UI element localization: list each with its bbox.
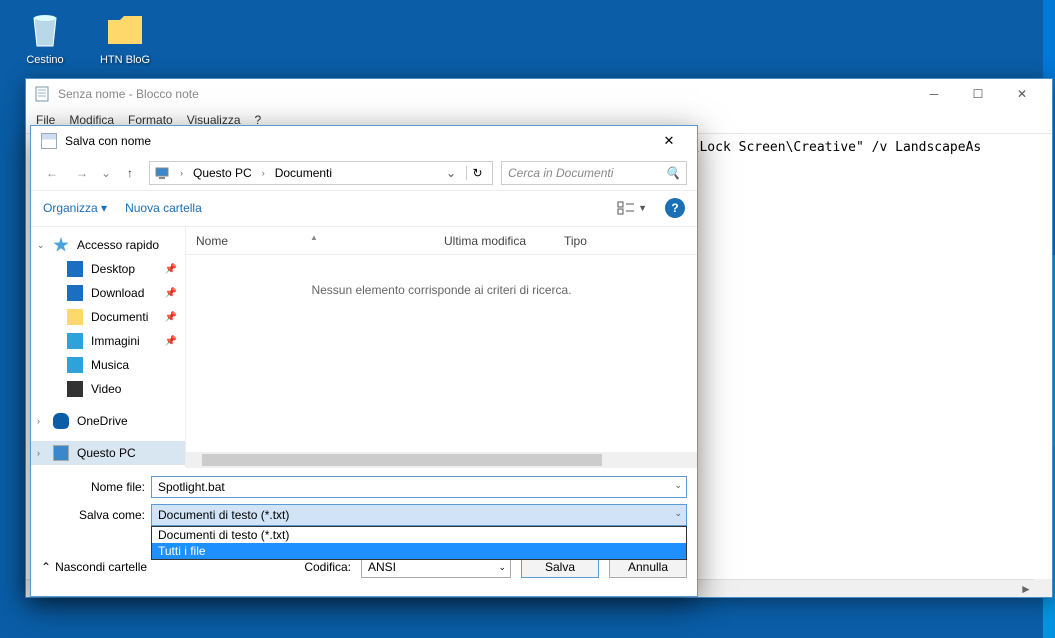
scroll-corner — [1034, 579, 1052, 597]
images-icon — [67, 333, 83, 349]
sidebar-item-musica[interactable]: Musica — [31, 353, 185, 377]
filelist-scrollbar[interactable] — [186, 452, 697, 468]
scroll-right-arrow[interactable]: ► — [1018, 580, 1034, 598]
sidebar-item-desktop[interactable]: Desktop📌 — [31, 257, 185, 281]
onedrive-icon — [53, 413, 69, 429]
chevron-right-icon[interactable]: › — [180, 168, 183, 178]
filename-label: Nome file: — [41, 480, 151, 494]
view-icon — [617, 201, 635, 215]
help-button[interactable]: ? — [665, 198, 685, 218]
pc-icon — [154, 165, 170, 181]
chevron-up-icon: ⌃ — [41, 560, 51, 574]
sidebar-item-documenti[interactable]: Documenti📌 — [31, 305, 185, 329]
desktop-icon-label: Cestino — [10, 54, 80, 66]
expand-icon[interactable]: › — [37, 448, 40, 458]
sidebar-item-download[interactable]: Download📌 — [31, 281, 185, 305]
sidebar-item-questo-pc[interactable]: ›Questo PC — [31, 441, 185, 465]
folder-icon — [67, 309, 83, 325]
music-icon — [67, 357, 83, 373]
save-dialog: Salva con nome ✕ ← → ⌄ ↑ › Questo PC › D… — [30, 125, 698, 597]
saveas-select[interactable]: Documenti di testo (*.txt)⌄ — [151, 504, 687, 526]
saveas-option-txt[interactable]: Documenti di testo (*.txt) — [152, 527, 686, 543]
search-input[interactable]: Cerca in Documenti 🔍 — [501, 161, 687, 185]
pin-icon: 📌 — [165, 336, 177, 347]
desktop-icon-label: HTN BloG — [90, 54, 160, 66]
chevron-down-icon[interactable]: ⌄ — [674, 480, 682, 491]
notepad-title: Senza nome - Blocco note — [58, 87, 912, 101]
dialog-sidebar: ⌄Accesso rapido Desktop📌 Download📌 Docum… — [31, 227, 185, 468]
chevron-down-icon[interactable]: ⌄ — [498, 562, 506, 573]
hide-folders-button[interactable]: ⌃Nascondi cartelle — [41, 560, 147, 574]
pin-icon: 📌 — [165, 288, 177, 299]
dialog-title: Salva con nome — [65, 134, 647, 148]
search-icon: 🔍 — [665, 166, 680, 180]
chevron-right-icon[interactable]: › — [262, 168, 265, 178]
dialog-navrow: ← → ⌄ ↑ › Questo PC › Documenti ⌄ ↻ Cerc… — [31, 156, 697, 190]
column-modified[interactable]: Ultima modifica — [434, 234, 554, 248]
file-list: Nome▲ Ultima modifica Tipo Nessun elemen… — [185, 227, 697, 468]
dialog-titlebar[interactable]: Salva con nome ✕ — [31, 126, 697, 156]
dialog-toolbar: Organizza ▾ Nuova cartella ▼ ? — [31, 190, 697, 224]
sidebar-item-immagini[interactable]: Immagini📌 — [31, 329, 185, 353]
scroll-thumb[interactable] — [202, 454, 602, 466]
dialog-close-button[interactable]: ✕ — [647, 127, 691, 155]
empty-message: Nessun elemento corrisponde ai criteri d… — [186, 255, 697, 325]
minimize-button[interactable]: ─ — [912, 80, 956, 108]
view-mode-button[interactable]: ▼ — [617, 201, 647, 215]
nav-back-button[interactable]: ← — [41, 162, 63, 184]
maximize-button[interactable]: ☐ — [956, 80, 1000, 108]
notepad-icon — [34, 86, 50, 102]
breadcrumb-root[interactable]: Questo PC — [193, 166, 252, 180]
desktop-icon-recycle-bin[interactable]: Cestino — [10, 8, 80, 66]
filename-input[interactable]: Spotlight.bat⌄ — [151, 476, 687, 498]
column-type[interactable]: Tipo — [554, 234, 634, 248]
refresh-button[interactable]: ↻ — [466, 166, 488, 180]
encoding-label: Codifica: — [304, 560, 351, 574]
folder-icon — [104, 8, 146, 50]
sidebar-item-video[interactable]: Video — [31, 377, 185, 401]
saveas-dropdown-list: Documenti di testo (*.txt) Tutti i file — [151, 526, 687, 560]
saveas-label: Salva come: — [41, 508, 151, 522]
nav-history-dropdown[interactable]: ⌄ — [101, 166, 111, 180]
nav-up-button[interactable]: ↑ — [119, 162, 141, 184]
pin-icon: 📌 — [165, 312, 177, 323]
new-folder-button[interactable]: Nuova cartella — [125, 201, 202, 215]
sort-asc-icon: ▲ — [310, 233, 318, 242]
star-icon — [53, 237, 69, 253]
desktop-icon — [67, 261, 83, 277]
expand-icon[interactable]: ⌄ — [37, 240, 45, 251]
nav-forward-button[interactable]: → — [71, 162, 93, 184]
address-dropdown[interactable]: ⌄ — [442, 166, 460, 180]
search-placeholder: Cerca in Documenti — [508, 166, 613, 180]
expand-icon[interactable]: › — [37, 416, 40, 426]
dialog-icon — [41, 133, 57, 149]
pin-icon: 📌 — [165, 264, 177, 275]
chevron-down-icon[interactable]: ⌄ — [674, 508, 682, 519]
column-name[interactable]: Nome▲ — [186, 234, 434, 248]
pc-icon — [53, 445, 69, 461]
breadcrumb-current[interactable]: Documenti — [275, 166, 332, 180]
sidebar-item-quick-access[interactable]: ⌄Accesso rapido — [31, 233, 185, 257]
saveas-option-all[interactable]: Tutti i file — [152, 543, 686, 559]
column-headers: Nome▲ Ultima modifica Tipo — [186, 227, 697, 255]
address-bar[interactable]: › Questo PC › Documenti ⌄ ↻ — [149, 161, 493, 185]
notepad-titlebar[interactable]: Senza nome - Blocco note ─ ☐ ✕ — [26, 79, 1052, 109]
video-icon — [67, 381, 83, 397]
recycle-bin-icon — [24, 8, 66, 50]
close-button[interactable]: ✕ — [1000, 80, 1044, 108]
desktop-icon-htn-blog[interactable]: HTN BloG — [90, 8, 160, 66]
organize-button[interactable]: Organizza ▾ — [43, 201, 107, 215]
download-icon — [67, 285, 83, 301]
sidebar-item-onedrive[interactable]: ›OneDrive — [31, 409, 185, 433]
dialog-bottom: Nome file: Spotlight.bat⌄ Salva come: Do… — [31, 468, 697, 596]
